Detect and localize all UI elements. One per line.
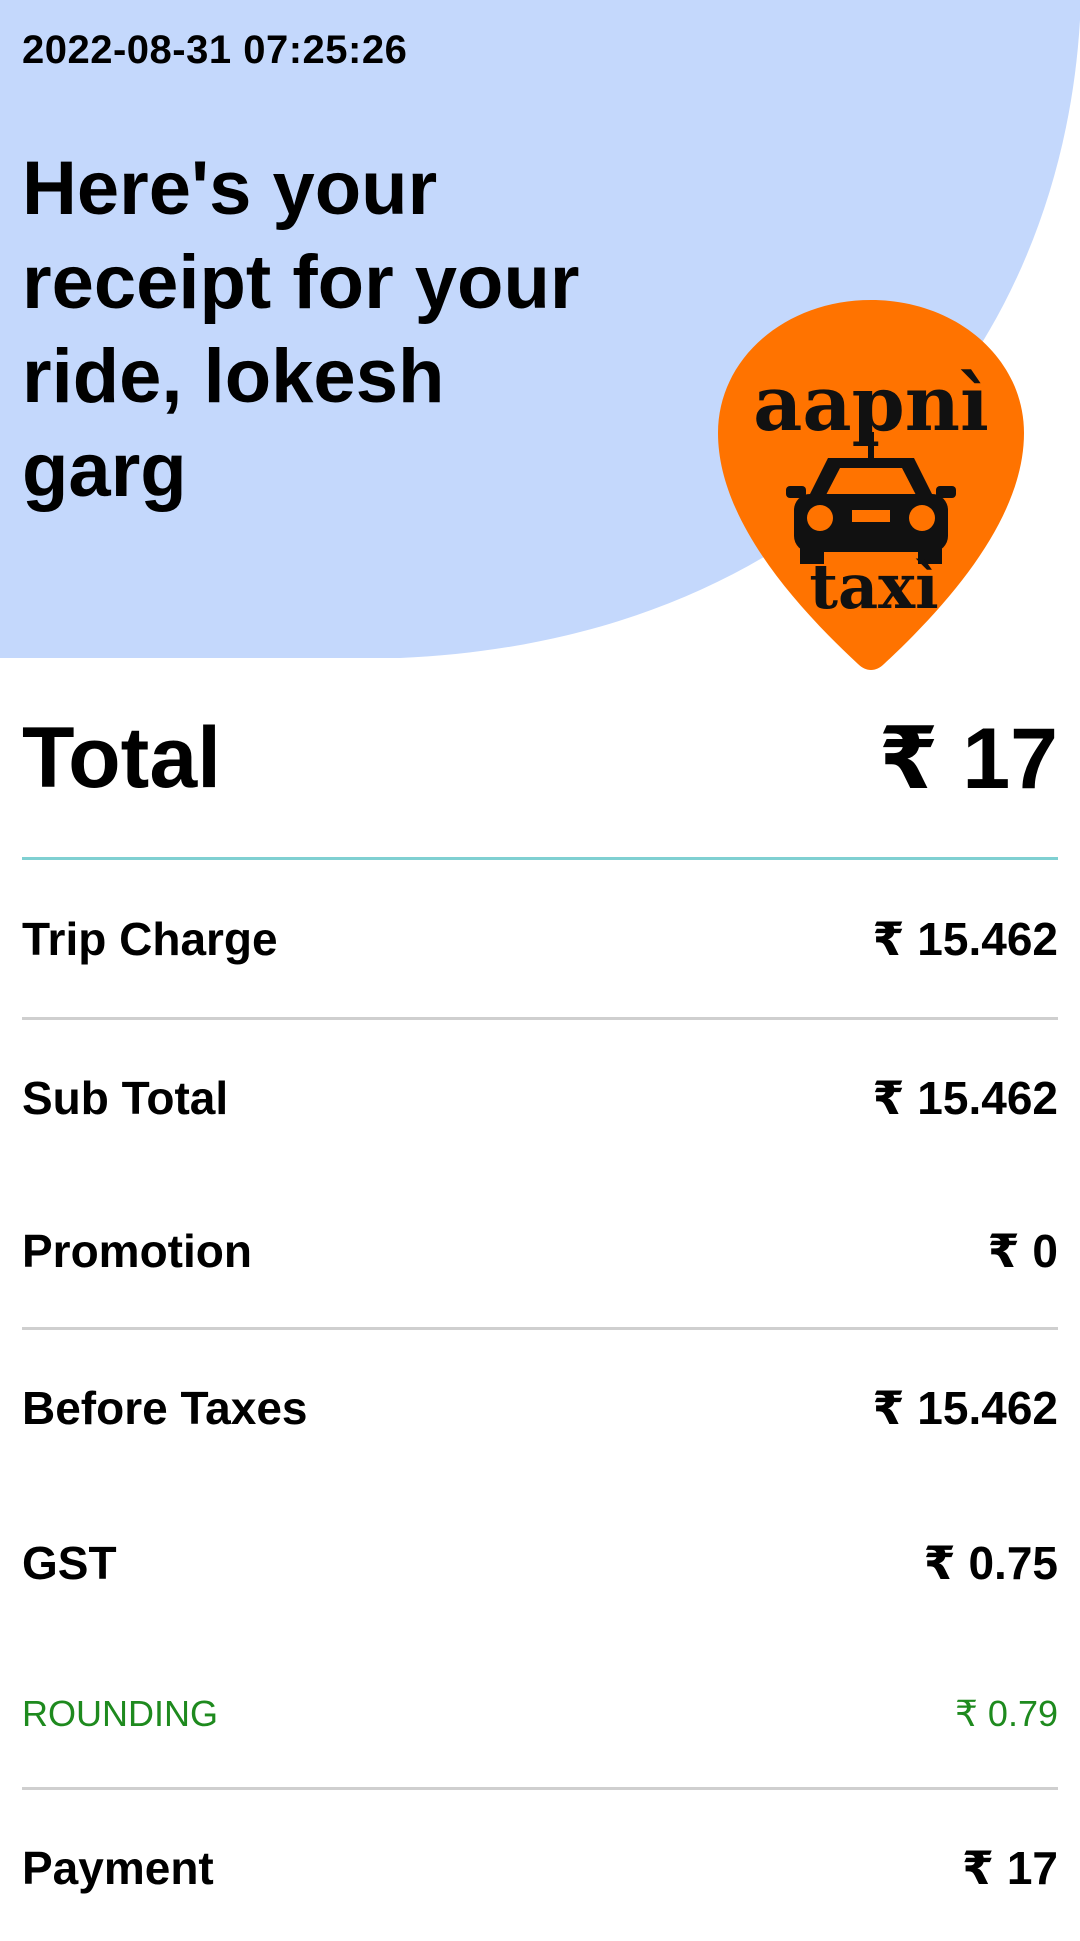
- sub-total-label: Sub Total: [22, 1071, 229, 1124]
- trip-charge-label: Trip Charge: [22, 912, 278, 965]
- row-rounding: ROUNDING ₹ 0.79: [22, 1640, 1058, 1790]
- logo-car-headlight-right: [909, 505, 935, 531]
- logo-bottom-text: taxì: [809, 550, 938, 623]
- before-taxes-label: Before Taxes: [22, 1381, 308, 1434]
- total-label: Total: [22, 710, 222, 806]
- row-promotion: Promotion ₹ 0: [22, 1175, 1058, 1330]
- logo-car-headlight-left: [807, 505, 833, 531]
- trip-charge-value: ₹ 15.462: [872, 912, 1058, 965]
- total-value: ₹ 17: [878, 710, 1058, 807]
- row-gst: GST ₹ 0.75: [22, 1485, 1058, 1640]
- rounding-value: ₹ 0.79: [955, 1692, 1058, 1734]
- gst-value: ₹ 0.75: [923, 1536, 1058, 1589]
- row-before-taxes: Before Taxes ₹ 15.462: [22, 1330, 1058, 1485]
- logo-car-mirror-left: [786, 486, 806, 498]
- payment-value: ₹ 17: [962, 1841, 1058, 1894]
- logo-car-grille: [852, 510, 890, 522]
- logo-car-mirror-right: [936, 486, 956, 498]
- row-payment: Payment ₹ 17: [22, 1790, 1058, 1941]
- total-row: Total ₹ 17: [22, 660, 1058, 860]
- receipt-headline: Here's your receipt for your ride, lokes…: [22, 146, 580, 513]
- payment-label: Payment: [22, 1841, 214, 1894]
- before-taxes-value: ₹ 15.462: [872, 1381, 1058, 1434]
- row-sub-total: Sub Total ₹ 15.462: [22, 1020, 1058, 1175]
- promotion-value: ₹ 0: [987, 1225, 1058, 1277]
- receipt-page: 2022-08-31 07:25:26 Here's your receipt …: [0, 0, 1080, 1941]
- rounding-label: ROUNDING: [22, 1692, 218, 1734]
- ride-timestamp: 2022-08-31 07:25:26: [22, 28, 408, 72]
- gst-label: GST: [22, 1536, 117, 1589]
- sub-total-value: ₹ 15.462: [872, 1071, 1058, 1124]
- logo-car-windshield: [826, 468, 916, 495]
- row-trip-charge: Trip Charge ₹ 15.462: [22, 860, 1058, 1020]
- aapni-taxi-logo-icon: aapnì taxì: [718, 300, 1024, 670]
- promotion-label: Promotion: [22, 1225, 252, 1277]
- fare-breakdown: Total ₹ 17 Trip Charge ₹ 15.462 Sub Tota…: [22, 660, 1058, 1941]
